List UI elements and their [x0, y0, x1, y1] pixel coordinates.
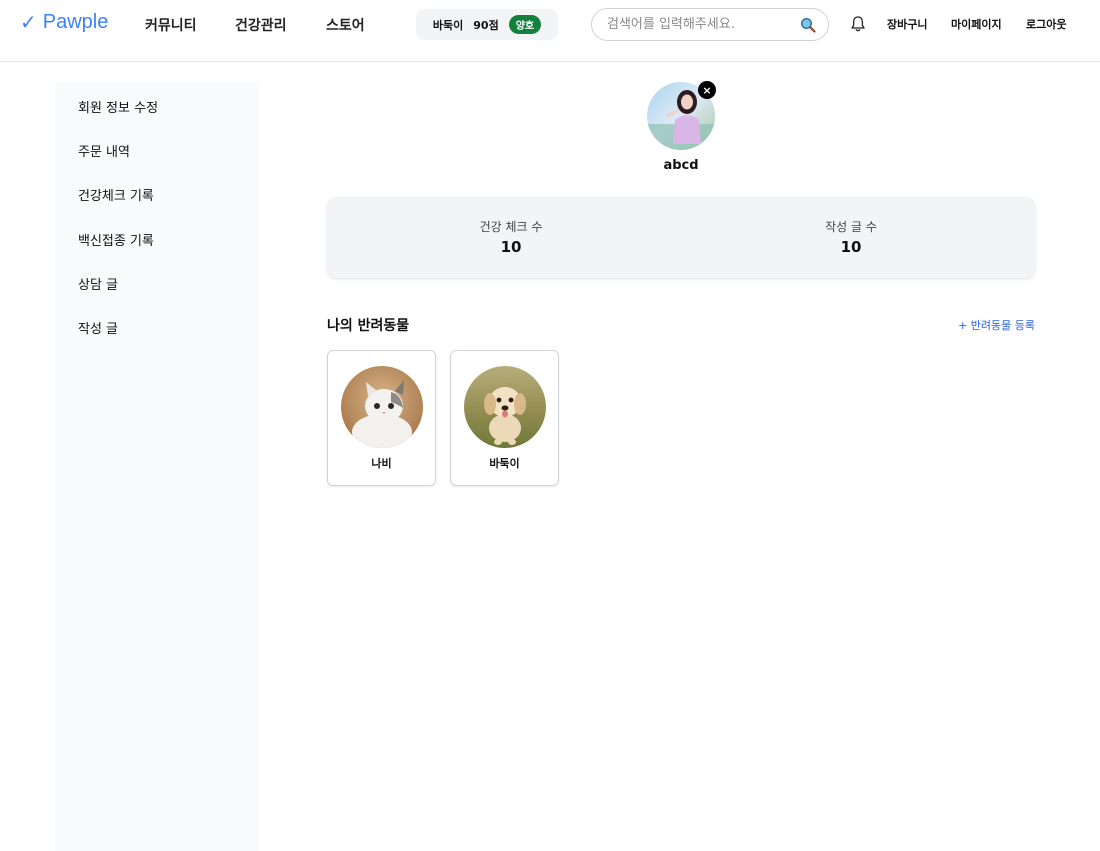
sidebar-item-my-posts[interactable]: 작성 글: [78, 318, 118, 337]
profile-avatar-wrap: ×: [647, 81, 716, 150]
pet-photo: [464, 366, 546, 448]
stat-label: 작성 글 수: [825, 220, 877, 234]
stat-posts: 작성 글 수 10: [751, 218, 951, 256]
stat-value: 10: [500, 238, 522, 256]
my-pets-title: 나의 반려동물: [327, 318, 410, 334]
pet-chip-name: 바둑이: [432, 18, 464, 32]
cart-link[interactable]: 장바구니: [887, 16, 927, 32]
mypage-link[interactable]: 마이페이지: [951, 16, 1002, 32]
pet-photo: [341, 366, 423, 448]
sidebar-item-consult-posts[interactable]: 상담 글: [78, 274, 118, 293]
sidebar-item-edit-profile[interactable]: 회원 정보 수정: [78, 97, 158, 116]
pet-name: 나비: [371, 457, 392, 470]
logo[interactable]: ✓ Pawple: [20, 10, 108, 35]
sidebar-item-orders[interactable]: 주문 내역: [78, 141, 130, 160]
stat-health-checks: 건강 체크 수 10: [411, 218, 611, 256]
top-header: ✓ Pawple 커뮤니티 건강관리 스토어 바둑이 90점 양호 장바구니 마…: [0, 0, 1100, 62]
nav-community[interactable]: 커뮤니티: [145, 15, 197, 35]
search-input[interactable]: [607, 17, 800, 32]
sidebar: 회원 정보 수정 주문 내역 건강체크 기록 백신접종 기록 상담 글 작성 글: [55, 82, 259, 851]
remove-avatar-button[interactable]: ×: [698, 81, 716, 99]
nav-store[interactable]: 스토어: [326, 15, 365, 35]
stats-card: 건강 체크 수 10 작성 글 수 10: [327, 197, 1035, 278]
logo-check-icon: ✓: [20, 12, 37, 34]
username: abcd: [663, 158, 699, 173]
pet-chip-score: 90점: [473, 18, 499, 32]
pet-card-dog[interactable]: 바둑이: [450, 350, 559, 486]
pet-card-cat[interactable]: 나비: [327, 350, 436, 486]
sidebar-item-vaccine-records[interactable]: 백신접종 기록: [78, 230, 154, 249]
search-bar: [591, 8, 829, 41]
stat-value: 10: [840, 238, 862, 256]
pet-name: 바둑이: [489, 457, 520, 470]
logout-link[interactable]: 로그아웃: [1026, 16, 1066, 32]
sidebar-item-health-records[interactable]: 건강체크 기록: [78, 185, 154, 204]
bell-icon[interactable]: [850, 15, 866, 33]
status-badge: 양호: [508, 15, 542, 34]
search-icon[interactable]: [800, 17, 816, 33]
add-pet-button[interactable]: + 반려동물 등록: [958, 317, 1035, 333]
nav-health[interactable]: 건강관리: [235, 15, 287, 35]
logo-text: Pawple: [42, 11, 109, 33]
stat-label: 건강 체크 수: [479, 220, 543, 234]
pet-health-chip[interactable]: 바둑이 90점 양호: [416, 9, 558, 40]
